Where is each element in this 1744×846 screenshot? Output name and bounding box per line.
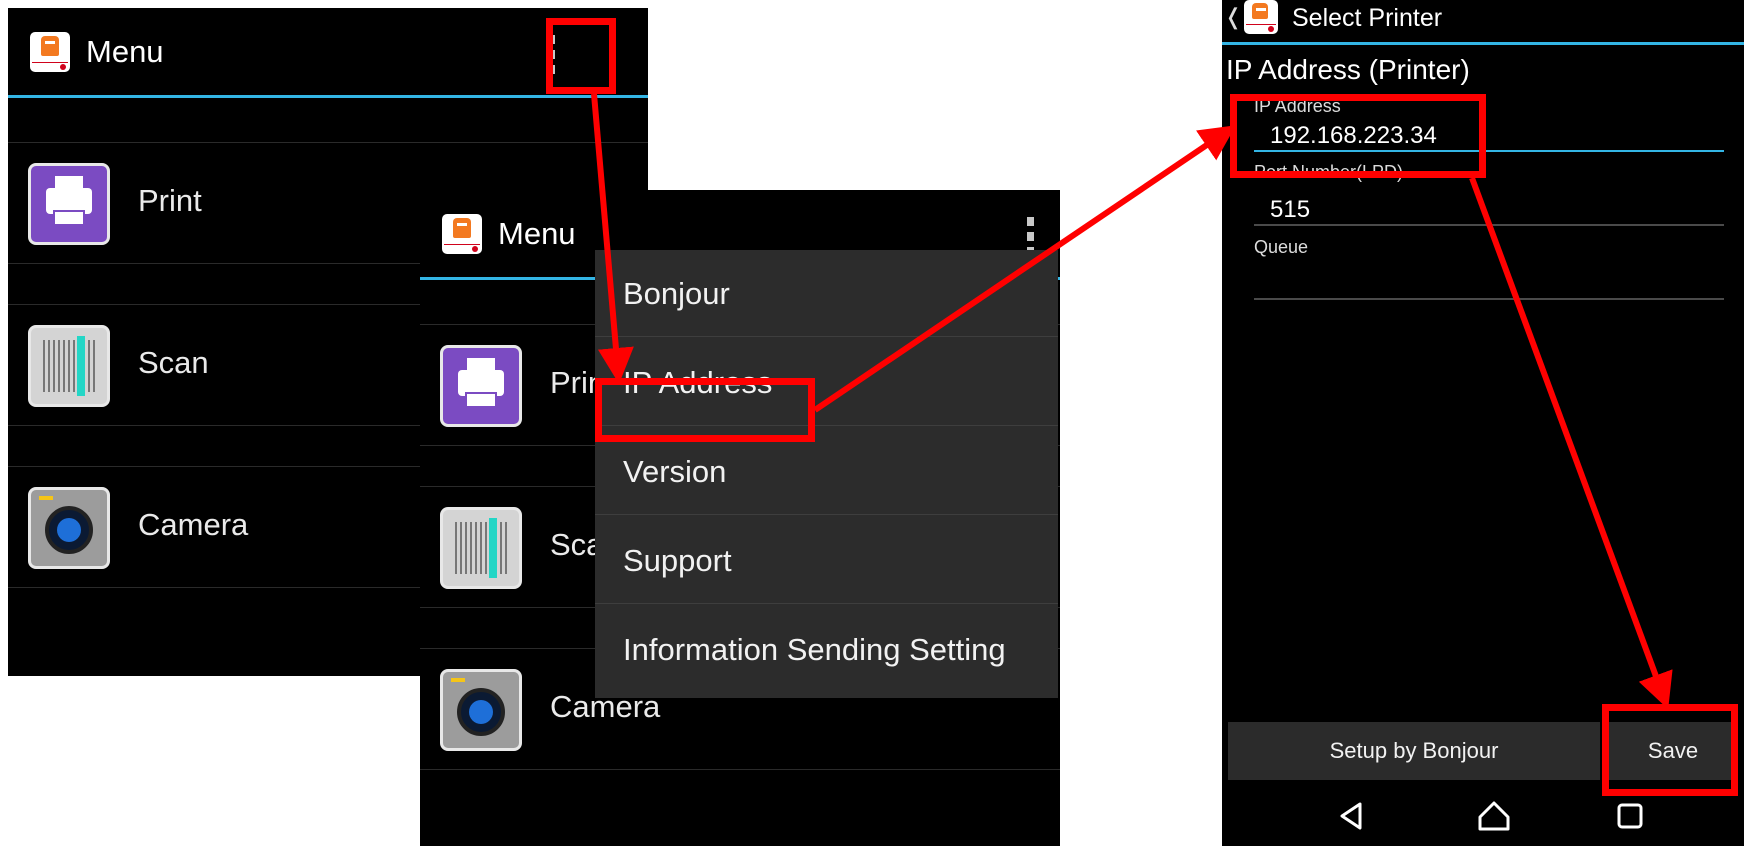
- setup-by-bonjour-button[interactable]: Setup by Bonjour: [1228, 722, 1600, 780]
- app-logo-icon: [1244, 0, 1278, 34]
- scan-icon: [440, 507, 522, 589]
- highlight-ip-address-menu-item: [595, 378, 815, 442]
- action-bar: ❬ Select Printer: [1222, 0, 1744, 45]
- highlight-save-button: [1602, 704, 1738, 796]
- list-item-label: Camera: [138, 507, 249, 542]
- highlight-overflow-menu: [546, 18, 616, 94]
- menu-item-label: Support: [623, 543, 732, 578]
- list-item-label: Scan: [138, 345, 209, 380]
- page-title: Menu: [498, 216, 576, 251]
- scan-icon: [28, 325, 110, 407]
- queue-field[interactable]: [1270, 266, 1740, 296]
- highlight-ip-address-field: [1230, 94, 1486, 178]
- back-icon[interactable]: [1334, 798, 1370, 834]
- camera-icon: [440, 669, 522, 751]
- menu-item-label: Bonjour: [623, 276, 730, 311]
- queue-underline: [1254, 298, 1724, 300]
- app-logo-icon: [442, 214, 482, 254]
- queue-label: Queue: [1254, 237, 1309, 257]
- print-icon: [28, 163, 110, 245]
- page-title: Select Printer: [1292, 4, 1443, 32]
- port-number-underline: [1254, 224, 1724, 226]
- menu-screen-2: Menu Print Scan Camera Bonjour IP Addres…: [420, 190, 1060, 846]
- app-logo-icon: [30, 32, 70, 72]
- list-item-label: Print: [138, 183, 202, 218]
- menu-item-information-sending-setting[interactable]: Information Sending Setting: [595, 606, 1058, 693]
- section-title: IP Address (Printer): [1226, 54, 1470, 85]
- menu-item-label: Information Sending Setting: [623, 632, 1006, 667]
- menu-item-support[interactable]: Support: [595, 517, 1058, 604]
- port-number-field[interactable]: 515: [1270, 196, 1310, 224]
- back-chevron-icon[interactable]: ❬: [1224, 4, 1242, 30]
- page-title: Menu: [86, 34, 164, 69]
- menu-item-bonjour[interactable]: Bonjour: [595, 250, 1058, 337]
- camera-icon: [28, 487, 110, 569]
- home-icon[interactable]: [1476, 798, 1512, 834]
- menu-item-label: Version: [623, 454, 727, 489]
- print-icon: [440, 345, 522, 427]
- recent-apps-icon[interactable]: [1612, 798, 1648, 834]
- overflow-menu: Bonjour IP Address Version Support Infor…: [595, 250, 1058, 698]
